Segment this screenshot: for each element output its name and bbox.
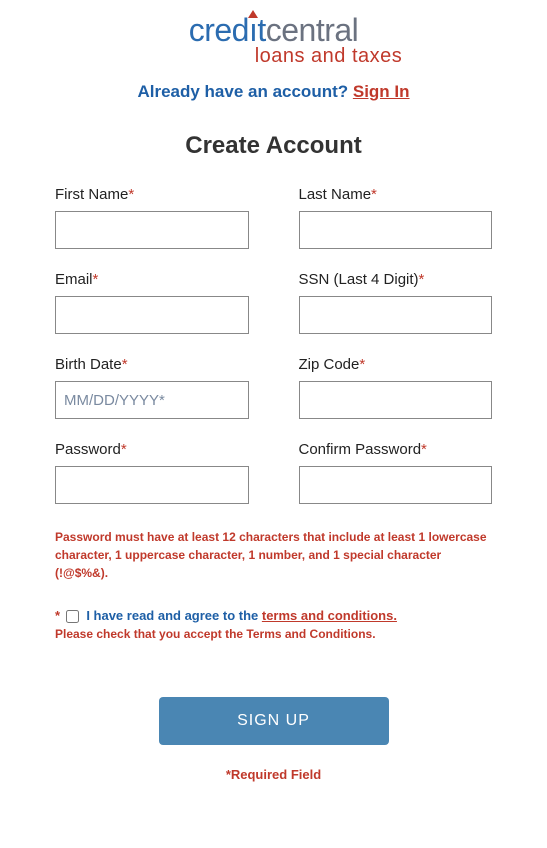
logo: credıtcentral loans and taxes bbox=[0, 12, 547, 68]
sign-up-button[interactable]: SIGN UP bbox=[159, 697, 389, 745]
logo-part-central: central bbox=[266, 12, 359, 48]
confirm-password-group: Confirm Password* bbox=[299, 441, 493, 504]
required-star: * bbox=[359, 356, 365, 373]
create-account-form: First Name* Last Name* Email* SSN (Last … bbox=[0, 186, 547, 782]
ssn-label: SSN (Last 4 Digit)* bbox=[299, 271, 493, 288]
already-prefix: Already have an account? bbox=[137, 82, 352, 101]
page-title: Create Account bbox=[0, 132, 547, 160]
terms-link[interactable]: terms and conditions. bbox=[262, 608, 397, 623]
first-name-input[interactable] bbox=[55, 211, 249, 249]
last-name-label: Last Name* bbox=[299, 186, 493, 203]
password-input[interactable] bbox=[55, 466, 249, 504]
sign-in-link[interactable]: Sign In bbox=[353, 82, 410, 101]
required-star: * bbox=[121, 441, 127, 458]
birth-date-label: Birth Date* bbox=[55, 356, 249, 373]
required-star: * bbox=[55, 608, 60, 623]
logo-i-wrap: ı bbox=[249, 12, 257, 49]
arrow-up-icon bbox=[248, 10, 258, 18]
zip-label: Zip Code* bbox=[299, 356, 493, 373]
ssn-input[interactable] bbox=[299, 296, 493, 334]
last-name-group: Last Name* bbox=[299, 186, 493, 249]
email-group: Email* bbox=[55, 271, 249, 334]
required-star: * bbox=[93, 271, 99, 288]
confirm-password-input[interactable] bbox=[299, 466, 493, 504]
password-hint: Password must have at least 12 character… bbox=[55, 528, 492, 582]
confirm-password-label: Confirm Password* bbox=[299, 441, 493, 458]
agree-sub: Please check that you accept the Terms a… bbox=[55, 627, 492, 641]
required-note: *Required Field bbox=[55, 767, 492, 782]
agree-text: I have read and agree to the bbox=[86, 608, 262, 623]
zip-input[interactable] bbox=[299, 381, 493, 419]
required-star: * bbox=[419, 271, 425, 288]
agree-row: * I have read and agree to the terms and… bbox=[55, 608, 492, 623]
required-star: * bbox=[371, 186, 377, 203]
email-label: Email* bbox=[55, 271, 249, 288]
ssn-group: SSN (Last 4 Digit)* bbox=[299, 271, 493, 334]
zip-group: Zip Code* bbox=[299, 356, 493, 419]
password-label: Password* bbox=[55, 441, 249, 458]
logo-part-t: t bbox=[257, 12, 265, 48]
birth-date-input[interactable] bbox=[55, 381, 249, 419]
last-name-input[interactable] bbox=[299, 211, 493, 249]
already-have-account: Already have an account? Sign In bbox=[0, 82, 547, 102]
required-star: * bbox=[122, 356, 128, 373]
required-star: * bbox=[421, 441, 427, 458]
email-input[interactable] bbox=[55, 296, 249, 334]
first-name-group: First Name* bbox=[55, 186, 249, 249]
birth-date-group: Birth Date* bbox=[55, 356, 249, 419]
logo-subtitle: loans and taxes bbox=[0, 45, 547, 68]
logo-text: credıtcentral bbox=[0, 12, 547, 49]
password-group: Password* bbox=[55, 441, 249, 504]
first-name-label: First Name* bbox=[55, 186, 249, 203]
required-star: * bbox=[128, 186, 134, 203]
logo-part-cred: cred bbox=[189, 12, 249, 48]
agree-checkbox[interactable] bbox=[66, 610, 79, 623]
